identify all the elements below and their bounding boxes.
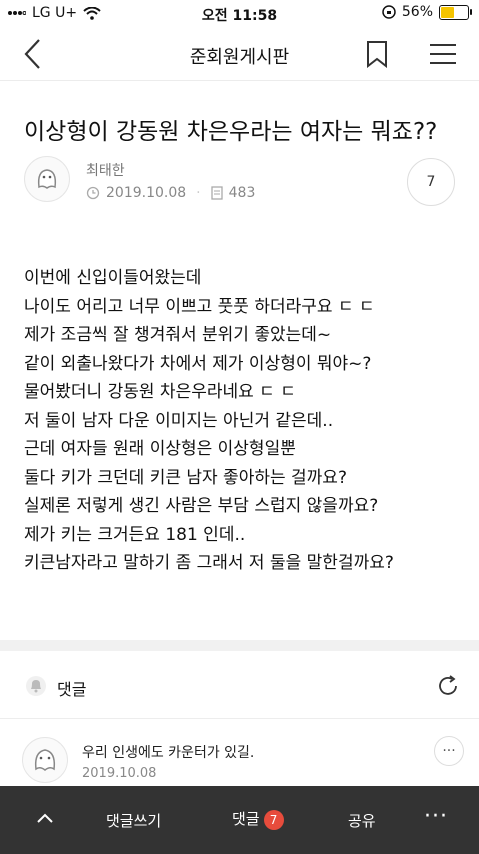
rotation-lock-icon: [382, 5, 396, 19]
post-body-line: 물어봤더니 강동원 차은우라네요 ㄷ ㄷ: [24, 382, 296, 402]
post-body-line: 같이 외출나왔다가 차에서 제가 이상형이 뭐야~?: [24, 353, 372, 374]
comments-badge: 7: [263, 809, 284, 830]
status-right: 56%: [382, 4, 472, 20]
more-dots-icon: ···: [442, 743, 456, 759]
comment-count: 7: [426, 174, 436, 190]
view-count: 483: [228, 185, 256, 201]
ghost-avatar-icon: [34, 749, 56, 771]
meta-separator: ·: [196, 185, 201, 201]
section-divider: [0, 640, 479, 651]
post-date: 2019.10.08: [106, 185, 187, 201]
comments-button[interactable]: 댓글 7: [232, 808, 284, 830]
menu-icon[interactable]: [430, 43, 456, 65]
status-bar: LG U+ 오전 11:58 56%: [0, 0, 479, 28]
post-body-line: 저 둘이 남자 다운 이미지는 아닌거 같은데..: [24, 410, 334, 431]
comment-text: 우리 인생에도 카운터가 있길.: [82, 745, 255, 761]
post-body-line: 제가 조금씩 잘 챙겨줘서 분위기 좋았는데~: [24, 325, 332, 345]
post-body-line: 키큰남자라고 말하기 좀 그래서 저 둘을 말한걸까요?: [24, 553, 394, 573]
share-button[interactable]: 공유: [348, 810, 376, 831]
comments-button-label: 댓글: [232, 810, 260, 828]
document-icon: [210, 186, 223, 200]
post-body-line: 제가 키는 크거든요 181 인데..: [24, 524, 246, 545]
nav-bar: 준회원게시판: [0, 28, 479, 81]
bell-icon[interactable]: [25, 674, 47, 698]
battery-fill: [441, 6, 455, 18]
post-body: 이번에 신입이들어왔는데나이도 어리고 너무 이쁘고 풋풋 하더라구요 ㄷ ㄷ 제…: [24, 264, 464, 578]
comments-header: 댓글: [0, 652, 479, 719]
ghost-avatar-icon: [37, 169, 57, 189]
comment-date: 2019.10.08: [82, 766, 157, 781]
author-avatar[interactable]: [24, 156, 70, 202]
commenter-avatar[interactable]: [22, 737, 68, 783]
bottom-action-bar: 댓글쓰기 댓글 7 공유 ···: [0, 786, 479, 854]
comment-more-button[interactable]: ···: [434, 736, 464, 766]
author-name[interactable]: 최태한: [86, 160, 125, 180]
write-comment-button[interactable]: 댓글쓰기: [106, 810, 161, 831]
chevron-up-icon[interactable]: [36, 812, 54, 824]
post-meta: 2019.10.08 · 483: [86, 185, 255, 201]
bookmark-icon[interactable]: [366, 40, 388, 68]
page-title: 준회원게시판: [189, 47, 290, 68]
battery-percent: 56%: [401, 4, 433, 20]
refresh-icon[interactable]: [436, 674, 460, 698]
comments-label: 댓글: [57, 680, 87, 699]
more-options-icon[interactable]: ···: [424, 804, 448, 829]
clock-icon: [86, 186, 100, 200]
post-body-line: 실제론 저렇게 생긴 사람은 부담 스럽지 않을까요?: [24, 496, 379, 516]
post-body-line: 나이도 어리고 너무 이쁘고 풋풋 하더라구요 ㄷ ㄷ: [24, 296, 375, 317]
battery-icon: [439, 4, 472, 20]
post-body-line: 이번에 신입이들어왔는데: [24, 268, 202, 288]
comment-count-button[interactable]: 7: [407, 158, 455, 206]
post-body-line: 둘다 키가 크던데 키큰 남자 좋아하는 걸까요?: [24, 467, 347, 488]
post-body-line: 근데 여자들 원래 이상형은 이상형일뿐: [24, 439, 296, 459]
post-title: 이상형이 강동원 차은우라는 여자는 뭐죠??: [24, 119, 438, 145]
